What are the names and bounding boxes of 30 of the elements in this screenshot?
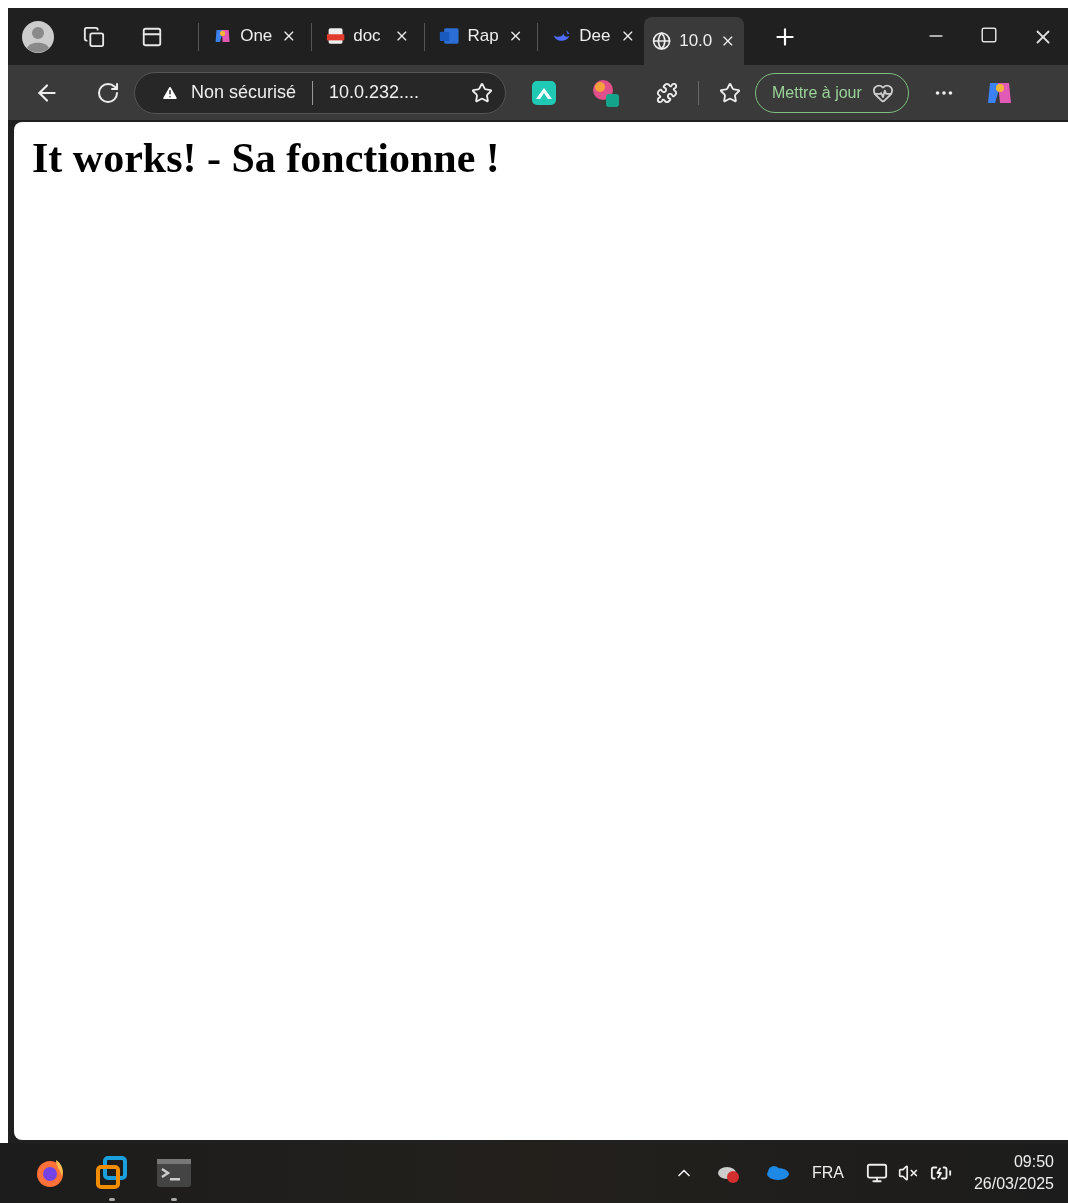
overlapping-squares-icon[interactable] xyxy=(95,1156,129,1190)
globe-icon xyxy=(652,30,672,52)
maximize-icon[interactable] xyxy=(980,25,998,44)
network-icon[interactable] xyxy=(865,1162,888,1184)
refresh-icon[interactable] xyxy=(96,80,120,105)
language-indicator[interactable]: FRA xyxy=(811,1164,844,1182)
browser-tab[interactable]: 10.0 xyxy=(644,17,744,65)
browser-tab[interactable]: Dee xyxy=(544,16,644,56)
terminal-icon[interactable] xyxy=(157,1159,191,1187)
volume-muted-icon[interactable] xyxy=(897,1163,918,1183)
running-indicator xyxy=(171,1198,177,1201)
firefox-icon[interactable] xyxy=(34,1157,66,1189)
browser-tab[interactable]: Rap xyxy=(431,16,531,56)
browser-tab[interactable]: One xyxy=(205,16,305,56)
clock-date[interactable]: 26/03/2025 xyxy=(973,1173,1054,1195)
address-bar[interactable]: Non sécurisé 10.0.232.... xyxy=(134,71,506,114)
favorite-star-icon[interactable] xyxy=(471,81,493,104)
extensions-icon[interactable] xyxy=(656,81,678,104)
word-document-icon xyxy=(439,25,460,47)
favorites-icon[interactable] xyxy=(719,81,741,104)
url-text: 10.0.232.... xyxy=(329,82,420,103)
browser-tab[interactable]: doc xyxy=(318,16,418,56)
profile-avatar-icon[interactable] xyxy=(22,20,54,53)
mountain-app-icon[interactable] xyxy=(532,80,556,105)
gradient-orb-icon[interactable] xyxy=(592,78,620,107)
clock-time[interactable]: 09:50 xyxy=(1013,1151,1054,1173)
pdf-file-icon xyxy=(326,25,346,47)
running-indicator xyxy=(109,1198,115,1201)
security-label: Non sécurisé xyxy=(191,82,297,103)
page-heading: It works! - Sa fonctionne ! xyxy=(32,134,501,182)
